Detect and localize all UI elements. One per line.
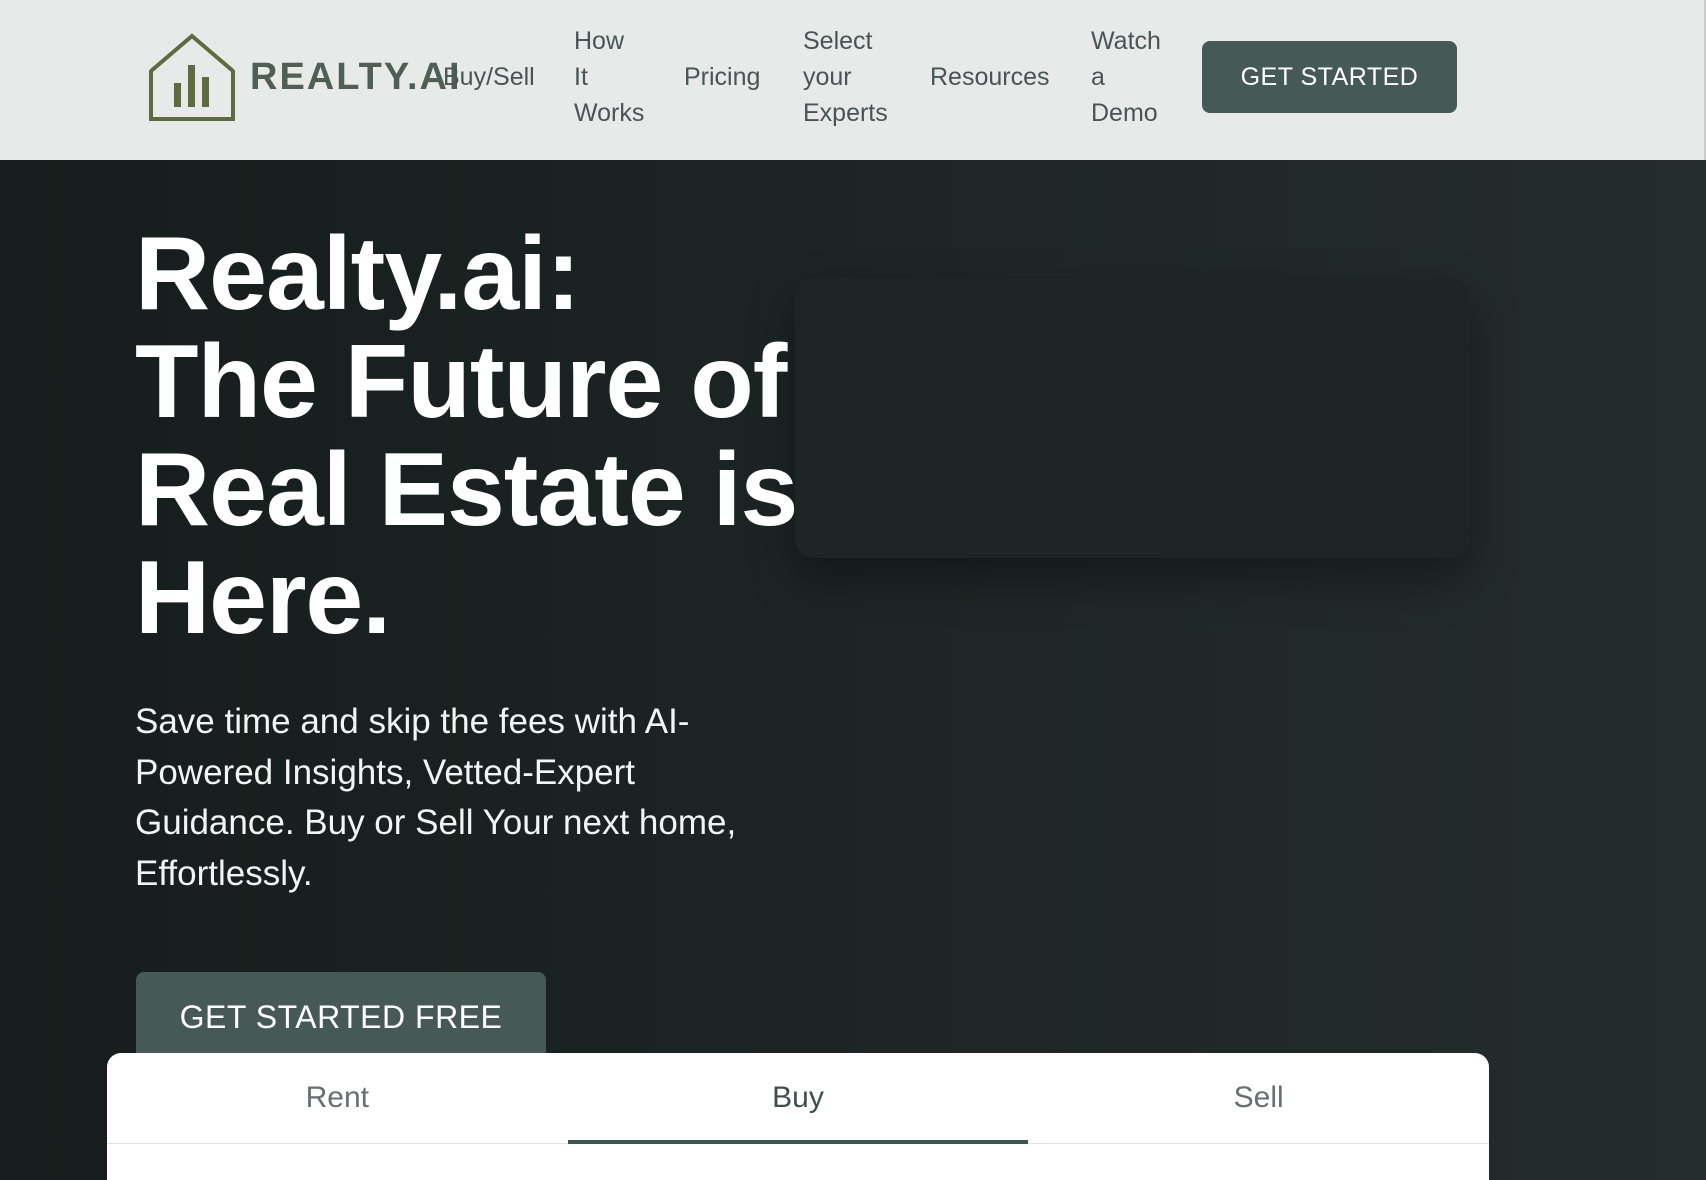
nav-watch-demo-line-1: Watch <box>1091 27 1161 55</box>
get-started-button[interactable]: GET STARTED <box>1202 41 1457 113</box>
hero-subtitle-line-1: Save time and skip the fees with AI- <box>135 702 690 741</box>
tab-sell[interactable]: Sell <box>1028 1053 1489 1143</box>
hero-subtitle-line-3: Guidance. Buy or Sell Your next home, <box>135 803 737 842</box>
site-header: REALTY.AI Buy/Sell How It Works Pricing … <box>0 0 1706 160</box>
nav-how-it-works[interactable]: How It Works <box>574 23 644 131</box>
hero-title: Realty.ai: The Future of Real Estate is … <box>135 220 835 652</box>
nav-select-experts-line-3: Experts <box>803 99 888 127</box>
nav-how-it-works-line-1: How <box>574 27 625 55</box>
hero-title-line-1: Realty.ai: <box>135 216 581 332</box>
nav-buy-sell[interactable]: Buy/Sell <box>443 59 535 95</box>
nav-resources-label: Resources <box>930 63 1050 91</box>
logo-link[interactable]: REALTY.AI <box>148 33 462 121</box>
house-chart-logo-icon <box>149 33 235 121</box>
hero-title-line-4: Here. <box>135 540 391 656</box>
hero-media-panel <box>795 278 1470 558</box>
nav-watch-demo-line-3: Demo <box>1091 99 1158 127</box>
hero-subtitle-line-4: Effortlessly. <box>135 853 313 893</box>
hero-subtitle: Save time and skip the fees with AI- Pow… <box>135 697 775 899</box>
hero-subtitle-line-2: Powered Insights, Vetted-Expert <box>135 752 635 792</box>
hero-title-line-3: Real Estate is <box>135 432 798 548</box>
nav-pricing[interactable]: Pricing <box>684 59 760 95</box>
nav-watch-demo[interactable]: Watch a Demo <box>1091 23 1161 131</box>
logo-text: REALTY.AI <box>250 55 462 98</box>
nav-buy-sell-label: Buy/Sell <box>443 63 535 91</box>
hero-section: Realty.ai: The Future of Real Estate is … <box>0 160 1706 1180</box>
nav-resources[interactable]: Resources <box>930 59 1050 95</box>
nav-select-experts-line-1: Select <box>803 27 873 55</box>
get-started-free-button[interactable]: GET STARTED FREE <box>136 972 546 1062</box>
nav-select-experts[interactable]: Select your Experts <box>803 23 888 131</box>
search-tabs: Rent Buy Sell <box>107 1053 1489 1144</box>
nav-pricing-label: Pricing <box>684 63 761 91</box>
nav-watch-demo-line-2: a <box>1091 63 1105 91</box>
tab-rent[interactable]: Rent <box>107 1053 568 1143</box>
nav-select-experts-line-2: your <box>803 63 852 91</box>
hero-title-line-2: The Future of <box>135 324 787 440</box>
nav-how-it-works-line-3: Works <box>574 99 645 127</box>
tab-buy[interactable]: Buy <box>567 1053 1029 1144</box>
page: REALTY.AI Buy/Sell How It Works Pricing … <box>0 0 1706 1180</box>
search-tabs-card: Rent Buy Sell <box>107 1053 1489 1180</box>
nav-how-it-works-line-2: It <box>574 63 588 91</box>
